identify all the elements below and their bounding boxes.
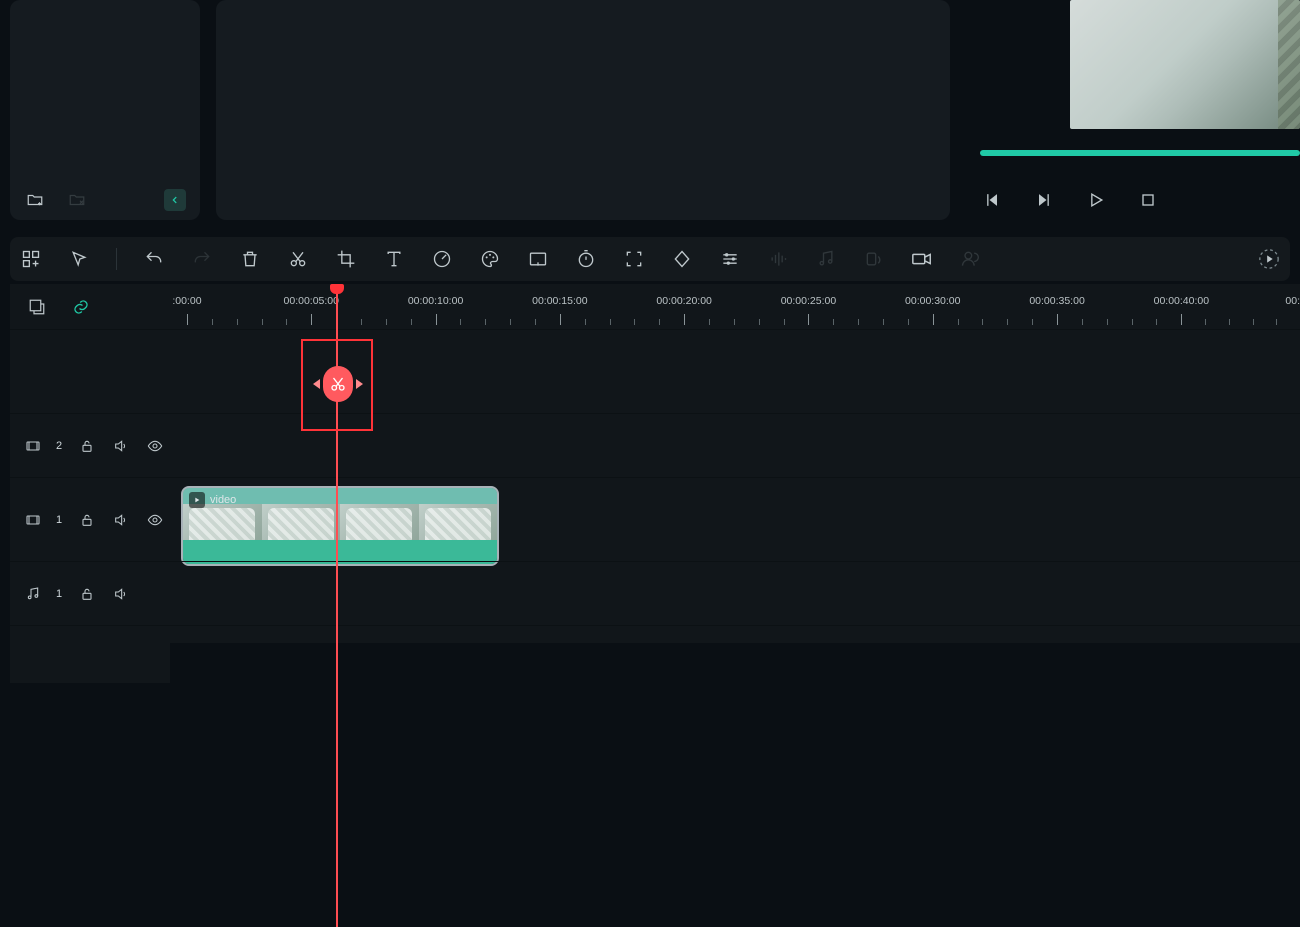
audio-track-icon bbox=[24, 585, 42, 603]
lock-icon[interactable] bbox=[78, 437, 96, 455]
speed-icon[interactable] bbox=[431, 248, 453, 270]
track-header-a1: 1 bbox=[10, 562, 170, 625]
templates-icon[interactable] bbox=[20, 248, 42, 270]
tracks-area: 2 1 bbox=[10, 329, 1300, 643]
record-icon[interactable] bbox=[911, 248, 933, 270]
track-number: 1 bbox=[56, 514, 62, 526]
speech-to-text-icon[interactable] bbox=[863, 248, 885, 270]
ruler-label: 00:00:30:00 bbox=[905, 295, 960, 307]
ruler-label: 00:00:10:00 bbox=[408, 295, 463, 307]
insert-track-icon[interactable] bbox=[26, 296, 48, 318]
video-track-2[interactable]: 2 bbox=[10, 413, 1300, 477]
visibility-icon[interactable] bbox=[146, 437, 164, 455]
step-forward-button[interactable] bbox=[1032, 188, 1056, 212]
color-icon[interactable] bbox=[479, 248, 501, 270]
top-panels bbox=[0, 0, 1300, 225]
playhead-handle[interactable] bbox=[330, 284, 344, 294]
empty-track-bottom bbox=[10, 625, 1300, 683]
link-icon[interactable] bbox=[70, 296, 92, 318]
delete-folder-icon[interactable] bbox=[66, 189, 88, 211]
track-header-v1: 1 bbox=[10, 478, 170, 561]
clip-name: video bbox=[210, 494, 236, 506]
timeline: :00:00 00:00:05:00 00:00:10:00 00:00:15:00 0… bbox=[10, 284, 1300, 643]
screenshot-icon[interactable] bbox=[527, 248, 549, 270]
step-back-button[interactable] bbox=[980, 188, 1004, 212]
new-folder-icon[interactable] bbox=[24, 189, 46, 211]
video-track-icon bbox=[24, 437, 42, 455]
preview-panel bbox=[965, 0, 1300, 225]
audio-levels-icon[interactable] bbox=[767, 248, 789, 270]
audio-track-1[interactable]: 1 bbox=[10, 561, 1300, 625]
ruler-label: :00:00 bbox=[172, 295, 201, 307]
separator bbox=[116, 248, 117, 270]
ruler-label: 00:00:35:00 bbox=[1029, 295, 1084, 307]
visibility-icon[interactable] bbox=[146, 511, 164, 529]
ruler-label: 00:00:25:00 bbox=[781, 295, 836, 307]
crop-icon[interactable] bbox=[335, 248, 357, 270]
media-panel-footer bbox=[10, 180, 200, 220]
select-tool-icon[interactable] bbox=[68, 248, 90, 270]
preview-controls bbox=[980, 180, 1300, 220]
ruler-label: 00:00:05:00 bbox=[284, 295, 339, 307]
lock-icon[interactable] bbox=[78, 585, 96, 603]
focus-icon[interactable] bbox=[623, 248, 645, 270]
render-preview-icon[interactable] bbox=[1258, 248, 1280, 270]
workspace-panel bbox=[216, 0, 950, 220]
split-handle[interactable] bbox=[311, 366, 365, 402]
clip-label: video bbox=[189, 492, 236, 508]
split-arrow-right-icon bbox=[356, 379, 363, 389]
stop-button[interactable] bbox=[1136, 188, 1160, 212]
delete-icon[interactable] bbox=[239, 248, 261, 270]
timer-icon[interactable] bbox=[575, 248, 597, 270]
media-panel bbox=[10, 0, 200, 220]
track-header-v2: 2 bbox=[10, 414, 170, 477]
mute-icon[interactable] bbox=[112, 437, 130, 455]
audio-detach-icon[interactable] bbox=[815, 248, 837, 270]
mute-icon[interactable] bbox=[112, 511, 130, 529]
preview-video[interactable] bbox=[1070, 0, 1300, 129]
redo-icon[interactable] bbox=[191, 248, 213, 270]
play-button[interactable] bbox=[1084, 188, 1108, 212]
track-number: 2 bbox=[56, 440, 62, 452]
clip-play-icon bbox=[189, 492, 205, 508]
ruler-label: 00:00:40:00 bbox=[1154, 295, 1209, 307]
ruler-label: 00:00: bbox=[1285, 295, 1300, 307]
collapse-panel-button[interactable] bbox=[164, 189, 186, 211]
preview-progress-bar[interactable] bbox=[980, 150, 1300, 156]
track-number: 1 bbox=[56, 588, 62, 600]
ruler-tools bbox=[10, 284, 170, 329]
split-arrow-left-icon bbox=[313, 379, 320, 389]
text-icon[interactable] bbox=[383, 248, 405, 270]
keyframe-icon[interactable] bbox=[671, 248, 693, 270]
undo-icon[interactable] bbox=[143, 248, 165, 270]
ruler-label: 00:00:20:00 bbox=[656, 295, 711, 307]
video-clip[interactable]: video bbox=[181, 486, 499, 566]
adjust-icon[interactable] bbox=[719, 248, 741, 270]
video-track-1[interactable]: 1 video bbox=[10, 477, 1300, 561]
voice-clone-icon[interactable] bbox=[959, 248, 981, 270]
video-track-icon bbox=[24, 511, 42, 529]
cut-icon[interactable] bbox=[287, 248, 309, 270]
timeline-toolbar bbox=[10, 237, 1290, 281]
mute-icon[interactable] bbox=[112, 585, 130, 603]
empty-track bbox=[10, 329, 1300, 413]
lock-icon[interactable] bbox=[78, 511, 96, 529]
ruler-label: 00:00:15:00 bbox=[532, 295, 587, 307]
